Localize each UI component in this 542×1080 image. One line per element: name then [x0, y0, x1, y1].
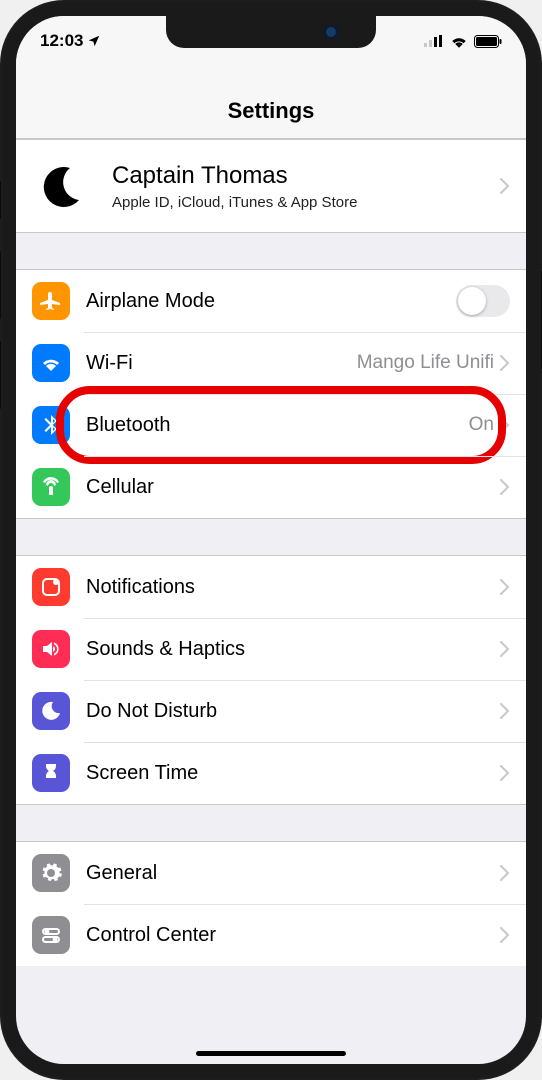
battery-icon	[474, 35, 502, 48]
row-sounds[interactable]: Sounds & Haptics	[16, 618, 526, 680]
notifications-label: Notifications	[86, 576, 500, 599]
cellular-signal-icon	[424, 35, 444, 47]
page-title: Settings	[16, 98, 526, 124]
dnd-label: Do Not Disturb	[86, 700, 500, 723]
notch	[166, 16, 376, 48]
device-frame: 12:03 Settings Captain Thomas	[0, 0, 542, 1080]
notifications-icon	[32, 568, 70, 606]
group-profile: Captain Thomas Apple ID, iCloud, iTunes …	[16, 139, 526, 233]
mute-switch	[0, 180, 1, 220]
dnd-icon	[32, 692, 70, 730]
airplane-label: Airplane Mode	[86, 290, 456, 313]
group-connectivity: Airplane Mode Wi-Fi Mango Life Unifi Blu…	[16, 269, 526, 519]
chevron-right-icon	[500, 927, 510, 943]
airplane-toggle[interactable]	[456, 285, 510, 317]
chevron-right-icon	[500, 579, 510, 595]
bluetooth-detail: On	[469, 414, 494, 436]
chevron-right-icon	[500, 641, 510, 657]
screen-time-label: Screen Time	[86, 762, 500, 785]
control-center-icon	[32, 916, 70, 954]
chevron-right-icon	[500, 479, 510, 495]
general-label: General	[86, 862, 500, 885]
screen: 12:03 Settings Captain Thomas	[16, 16, 526, 1064]
wifi-detail: Mango Life Unifi	[357, 352, 494, 374]
gear-icon	[32, 854, 70, 892]
chevron-right-icon	[500, 355, 510, 371]
sounds-icon	[32, 630, 70, 668]
wifi-icon	[450, 34, 468, 48]
profile-name: Captain Thomas	[112, 162, 500, 190]
row-general[interactable]: General	[16, 842, 526, 904]
group-notifications: Notifications Sounds & Haptics Do Not Di…	[16, 555, 526, 805]
status-time: 12:03	[40, 31, 83, 51]
row-notifications[interactable]: Notifications	[16, 556, 526, 618]
profile-subtitle: Apple ID, iCloud, iTunes & App Store	[112, 194, 500, 211]
screen-time-icon	[32, 754, 70, 792]
location-icon	[87, 34, 101, 48]
home-indicator[interactable]	[196, 1051, 346, 1056]
control-center-label: Control Center	[86, 924, 500, 947]
volume-up-button	[0, 250, 1, 320]
sounds-label: Sounds & Haptics	[86, 638, 500, 661]
chevron-right-icon	[500, 178, 510, 194]
row-cellular[interactable]: Cellular	[16, 456, 526, 518]
group-general: General Control Center	[16, 841, 526, 966]
wifi-settings-icon	[32, 344, 70, 382]
front-camera	[326, 27, 336, 37]
volume-down-button	[0, 340, 1, 410]
cellular-label: Cellular	[86, 476, 500, 499]
chevron-right-icon	[500, 417, 510, 433]
bluetooth-label: Bluetooth	[86, 414, 469, 437]
row-control-center[interactable]: Control Center	[16, 904, 526, 966]
chevron-right-icon	[500, 765, 510, 781]
row-screen-time[interactable]: Screen Time	[16, 742, 526, 804]
row-bluetooth[interactable]: Bluetooth On	[16, 394, 526, 456]
row-apple-id[interactable]: Captain Thomas Apple ID, iCloud, iTunes …	[16, 140, 526, 232]
chevron-right-icon	[500, 703, 510, 719]
avatar	[32, 154, 96, 218]
row-wifi[interactable]: Wi-Fi Mango Life Unifi	[16, 332, 526, 394]
page-header: Settings	[16, 60, 526, 139]
chevron-right-icon	[500, 865, 510, 881]
cellular-icon	[32, 468, 70, 506]
airplane-icon	[32, 282, 70, 320]
row-airplane-mode[interactable]: Airplane Mode	[16, 270, 526, 332]
moon-avatar-icon	[40, 162, 88, 210]
wifi-label: Wi-Fi	[86, 352, 357, 375]
bluetooth-icon	[32, 406, 70, 444]
row-do-not-disturb[interactable]: Do Not Disturb	[16, 680, 526, 742]
